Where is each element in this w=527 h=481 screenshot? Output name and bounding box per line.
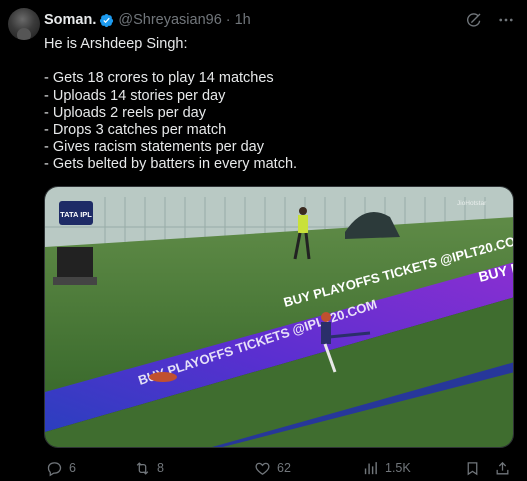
separator-dot: · xyxy=(225,12,231,28)
ipl-logo-text: TATA IPL xyxy=(60,210,92,219)
views-button[interactable]: 1.5K xyxy=(362,458,411,478)
reply-icon xyxy=(47,461,62,476)
verified-badge-icon xyxy=(100,13,114,27)
timestamp[interactable]: 1h xyxy=(235,12,251,28)
bookmark-icon xyxy=(467,461,478,475)
broadcaster-watermark: JioHotstar xyxy=(457,200,487,207)
bookmark-button[interactable] xyxy=(464,458,481,478)
tweet-text: He is Arshdeep Singh: - Gets 18 crores t… xyxy=(44,36,298,173)
repost-icon xyxy=(136,461,149,475)
like-icon xyxy=(255,462,270,475)
share-button[interactable] xyxy=(494,458,511,478)
action-bar: 6 8 62 1.5K xyxy=(44,458,514,478)
tweet-header: Soman. @Shreyasian96 · 1h xyxy=(44,10,251,30)
reply-button[interactable]: 6 xyxy=(46,458,76,478)
repost-button[interactable]: 8 xyxy=(134,458,164,478)
views-icon xyxy=(364,461,377,474)
tweet-media[interactable]: BUY PLAYOFFS TICKETS @IPLT20.COM BUY PLA… xyxy=(44,186,514,448)
more-icon[interactable] xyxy=(497,11,515,29)
top-actions xyxy=(465,11,515,29)
ipl-logo: TATA IPL xyxy=(59,201,93,225)
repost-count: 8 xyxy=(157,461,164,475)
views-count: 1.5K xyxy=(385,461,411,475)
like-button[interactable]: 62 xyxy=(254,458,291,478)
like-count: 62 xyxy=(277,461,291,475)
reply-count: 6 xyxy=(69,461,76,475)
handle[interactable]: @Shreyasian96 xyxy=(118,12,221,28)
share-icon xyxy=(496,461,509,474)
grok-icon[interactable] xyxy=(465,11,483,29)
display-name[interactable]: Soman. xyxy=(44,12,96,28)
media-still: BUY PLAYOFFS TICKETS @IPLT20.COM BUY PLA… xyxy=(45,187,513,447)
avatar[interactable] xyxy=(8,8,40,40)
tweet[interactable]: Soman. @Shreyasian96 · 1h He is Arshdeep… xyxy=(0,0,527,481)
